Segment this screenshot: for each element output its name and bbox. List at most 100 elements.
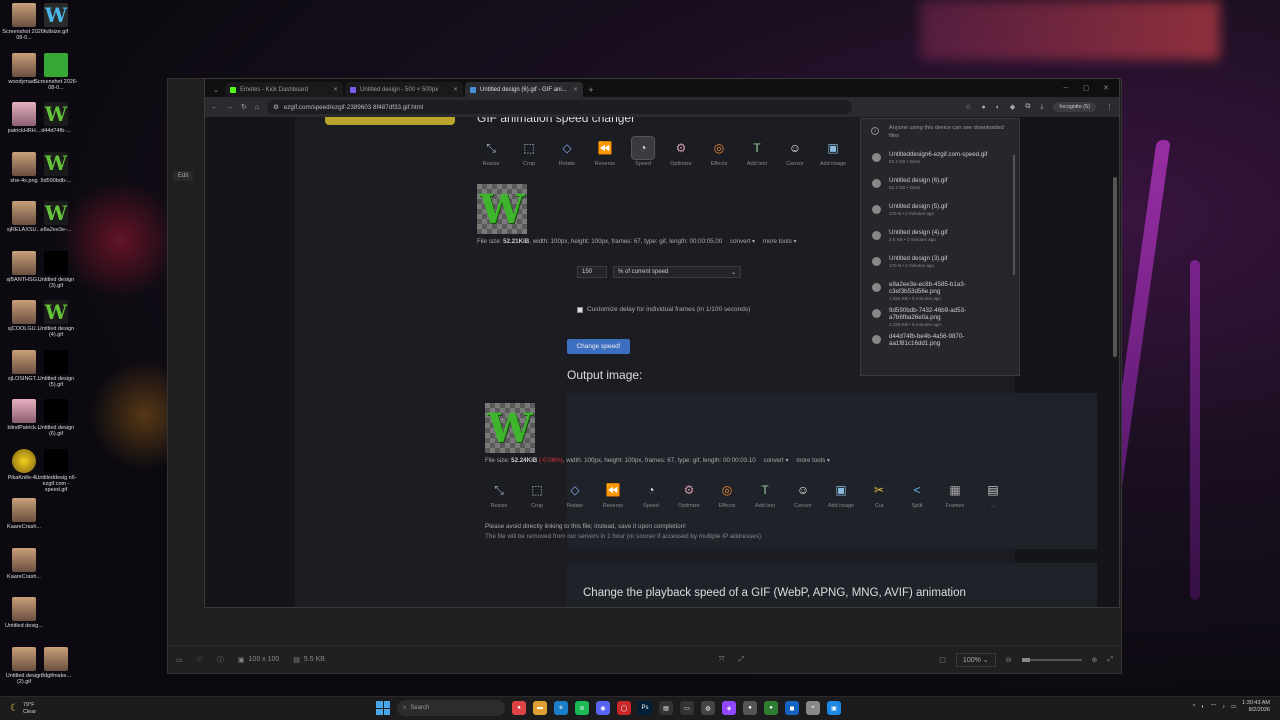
close-icon[interactable]: ✕: [333, 86, 338, 93]
fit-icon[interactable]: ⤧: [719, 656, 725, 664]
extensions-puzzle-icon[interactable]: ⧉: [1025, 103, 1030, 111]
app-terminal-icon[interactable]: ▤: [659, 701, 673, 715]
taskbar-search[interactable]: ⌕ Search: [397, 700, 505, 716]
tool-resize[interactable]: ⤡ Resize: [483, 479, 515, 510]
volume-icon[interactable]: ♪: [1222, 704, 1225, 710]
forward-icon[interactable]: →: [226, 104, 233, 111]
extension-3-icon[interactable]: ◆: [1010, 103, 1015, 111]
network-icon[interactable]: ⌒: [1211, 703, 1217, 711]
downloads-scrollbar[interactable]: [1013, 155, 1015, 275]
more-tools-dropdown[interactable]: more tools ▾: [796, 457, 830, 464]
download-item[interactable]: Untitled design (6).gif 52.2 KB • Done: [861, 173, 1019, 199]
desktop-icon[interactable]: W 9d590bdb-...: [32, 151, 80, 184]
tool-rotate[interactable]: ◇ Rotate: [551, 137, 583, 167]
tab-search-icon[interactable]: ⌄: [209, 83, 223, 97]
tray-app-icon[interactable]: ◐: [1201, 704, 1204, 710]
tool-add-text[interactable]: T Add text: [749, 479, 781, 509]
tab-ezgif[interactable]: Untitled design (6).gif - GIF ani... ✕: [465, 82, 583, 97]
download-item[interactable]: 9d590bdb-7432-46b9-ad53-a7b6fba26e0a.png…: [861, 303, 1019, 329]
download-item[interactable]: d44d74fb-be4b-4a56-9870-aa1f81c16dd1.png: [861, 329, 1019, 355]
convert-dropdown[interactable]: convert ▾: [730, 238, 755, 245]
tool-optimize[interactable]: ⚙ Optimize: [665, 137, 697, 167]
filmstrip-icon[interactable]: ▭: [176, 656, 183, 664]
tool-rotate[interactable]: ◇ Rotate: [559, 479, 591, 509]
more-tools-dropdown[interactable]: more tools ▾: [763, 238, 797, 245]
tool-[interactable]: ▤...: [977, 479, 1009, 509]
actual-size-icon[interactable]: ⤢: [739, 656, 745, 664]
tool-add-image[interactable]: ▣ Add image: [825, 479, 857, 509]
site-info-icon[interactable]: ⚙: [273, 104, 279, 111]
zoom-out-icon[interactable]: ⊖: [1006, 656, 1012, 664]
app-blue-icon[interactable]: ◼: [785, 701, 799, 715]
spotify-icon[interactable]: ≋: [575, 701, 589, 715]
tool-effects[interactable]: ◎ Effects: [703, 137, 735, 167]
info-icon[interactable]: ⓘ: [217, 655, 224, 665]
app-green-icon[interactable]: ●: [764, 701, 778, 715]
reload-icon[interactable]: ↻: [241, 103, 247, 111]
upload-button[interactable]: [325, 117, 455, 125]
desktop-icon[interactable]: 3dgifmake...: [32, 646, 80, 679]
desktop-icon[interactable]: Untitled design (3).gif: [32, 250, 80, 290]
zoom-dropdown[interactable]: 100% ⌄: [955, 652, 996, 667]
download-item[interactable]: Untitled design (4).gif 3.5 KB • 2 minute…: [861, 225, 1019, 251]
app-red-icon[interactable]: ◯: [617, 701, 631, 715]
tool-crop[interactable]: ⬚ Crop: [521, 479, 553, 509]
app-photos-icon[interactable]: ◓: [806, 701, 820, 715]
app-viewer-icon[interactable]: ▣: [827, 701, 841, 715]
tool-resize[interactable]: ⤡ Resize: [475, 137, 507, 168]
new-tab-button[interactable]: +: [585, 83, 597, 97]
tool-split[interactable]: < Split: [901, 479, 933, 509]
tool-add-text[interactable]: T Add text: [741, 137, 773, 167]
bookmark-star-icon[interactable]: ☆: [965, 103, 971, 111]
chrome-icon[interactable]: ●: [512, 701, 526, 715]
desktop-icon[interactable]: Untitled desig...: [0, 597, 48, 629]
desktop-icon[interactable]: Untitleddesig n6-ezgif.com -speed.gif: [32, 448, 80, 494]
minimize-icon[interactable]: ─: [1064, 85, 1069, 92]
clock[interactable]: 1:30:43 AM 8/2/2026: [1242, 700, 1270, 713]
tab-canva-design[interactable]: Untitled design - 500 × 500px ✕: [345, 82, 463, 97]
tool-add-image[interactable]: ▣ Add image: [817, 137, 849, 167]
change-speed-button[interactable]: Change speed!: [567, 339, 630, 354]
desktop-icon[interactable]: Screenshot 2026-08-0...: [32, 52, 80, 92]
desktop-icon[interactable]: Untitled design (5).gif: [32, 349, 80, 389]
app-grey-icon[interactable]: ●: [743, 701, 757, 715]
fullscreen-icon[interactable]: ⤢: [1107, 656, 1113, 664]
tool-speed[interactable]: ◔ Speed: [635, 479, 667, 509]
menu-icon[interactable]: ⋮: [1106, 103, 1113, 111]
tool-effects[interactable]: ◎ Effects: [711, 479, 743, 509]
weather-widget[interactable]: ☾ 79°F Clear: [0, 702, 36, 714]
speed-input[interactable]: 150: [577, 266, 607, 278]
desktop-icon[interactable]: KaareCrash...: [0, 547, 48, 580]
app-dark-icon[interactable]: ▭: [680, 701, 694, 715]
tool-optimize[interactable]: ⚙ Optimize: [673, 479, 705, 509]
photoshop-icon[interactable]: Ps: [638, 701, 652, 715]
customize-delay-checkbox[interactable]: [577, 306, 583, 313]
tool-cut[interactable]: ✂ Cut: [863, 479, 895, 509]
download-item[interactable]: e8a2ee3e-ec8b-4585-b1a3-c3ef3b53d56e.png…: [861, 277, 1019, 303]
incognito-badge[interactable]: Incognito (5): [1053, 102, 1096, 112]
tool-censor[interactable]: ☺ Censor: [779, 137, 811, 167]
extension-icon[interactable]: ●: [981, 104, 985, 111]
desktop-icon[interactable]: W Untitled design (4).gif: [32, 300, 80, 339]
tool-reverse[interactable]: ⏪ Reverse: [597, 479, 629, 509]
tool-reverse[interactable]: ⏪ Reverse: [589, 137, 621, 167]
desktop-icon[interactable]: Untitled design (6).gif: [32, 399, 80, 438]
edge-icon[interactable]: e: [554, 701, 568, 715]
tool-frames[interactable]: ▦ Frames: [939, 479, 971, 509]
extension-2-icon[interactable]: ◐: [996, 104, 1000, 111]
zoom-slider[interactable]: [1021, 657, 1082, 662]
convert-dropdown[interactable]: convert ▾: [763, 457, 788, 464]
close-icon[interactable]: ✕: [573, 86, 578, 93]
zoom-in-icon[interactable]: ⊕: [1092, 656, 1098, 664]
page-scrollbar[interactable]: [1113, 177, 1117, 357]
start-icon[interactable]: [376, 701, 390, 715]
discord-icon[interactable]: ◉: [596, 701, 610, 715]
tool-speed[interactable]: ◔ Speed: [627, 136, 659, 167]
edit-button[interactable]: Edit: [173, 171, 194, 181]
close-icon[interactable]: ✕: [453, 86, 458, 93]
tab-kick-dashboard[interactable]: Emotes - Kick Dashboard ✕: [225, 82, 343, 97]
favorite-icon[interactable]: ♡: [197, 656, 203, 664]
desktop-icon[interactable]: Wd44d74fb-...: [32, 102, 80, 134]
app-obs-icon[interactable]: ◍: [701, 701, 715, 715]
speed-mode-select[interactable]: % of current speed ⌄: [613, 266, 741, 278]
